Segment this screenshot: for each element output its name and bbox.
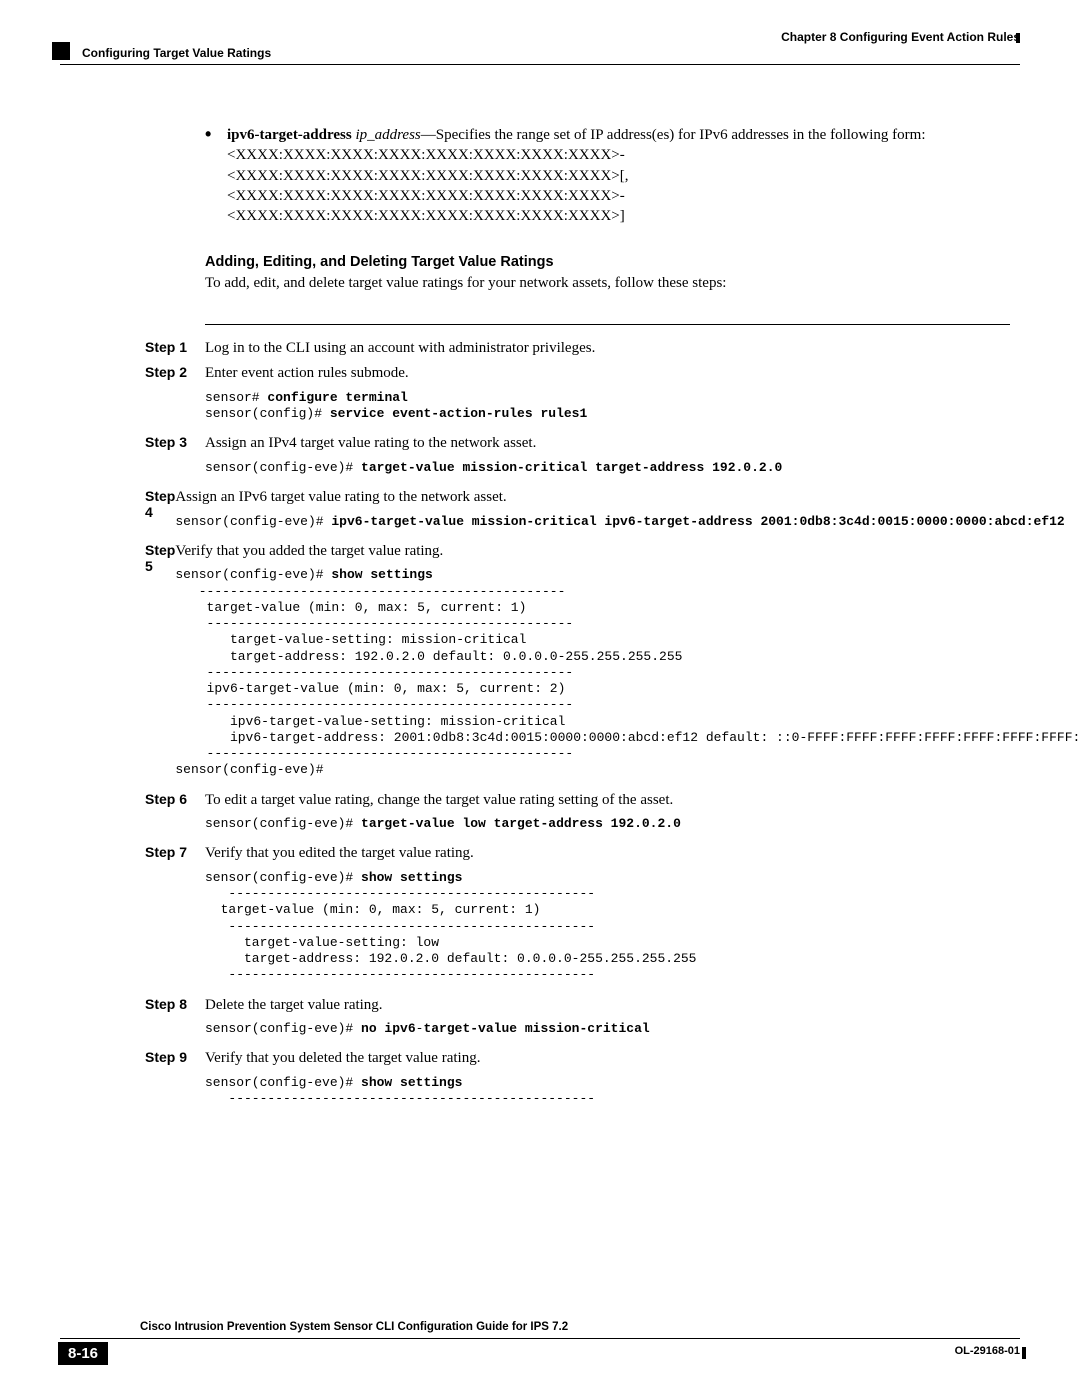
step-7: Step 7 Verify that you edited the target… [205, 844, 1010, 989]
step-label: Step 4 [145, 488, 175, 536]
step-6: Step 6 To edit a target value rating, ch… [205, 791, 1010, 839]
bullet-desc-tail: —Specifies the range set of IP address(e… [421, 127, 926, 143]
prompt: sensor(config)# [205, 406, 330, 421]
header-marker [52, 42, 70, 60]
step-body: Assign an IPv6 target value rating to th… [175, 488, 1064, 536]
step-1: Step 1 Log in to the CLI using an accoun… [205, 339, 1010, 359]
step-text: Delete the target value rating. [205, 997, 383, 1013]
step-3: Step 3 Assign an IPv4 target value ratin… [205, 434, 1010, 482]
prompt: sensor(config-eve)# [205, 460, 361, 475]
prompt: sensor(config-eve)# [205, 1075, 361, 1090]
cmd-pre: no ipv6 [361, 1021, 416, 1036]
section-label: Configuring Target Value Ratings [82, 46, 271, 60]
prompt: sensor(config-eve)# [175, 514, 331, 529]
output: ----------------------------------------… [205, 1091, 595, 1106]
step-body: Assign an IPv4 target value rating to th… [205, 434, 1010, 482]
step-text: Assign an IPv4 target value rating to th… [205, 435, 536, 451]
code-block: sensor(config-eve)# target-value low tar… [205, 816, 1010, 832]
step-text: Verify that you added the target value r… [175, 543, 443, 559]
bullet-arg: ip_address [355, 127, 420, 143]
step-label: Step 9 [145, 1049, 205, 1113]
step-text: Verify that you edited the target value … [205, 845, 474, 861]
bullet-forms: <XXXX:XXXX:XXXX:XXXX:XXXX:XXXX:XXXX:XXXX… [227, 147, 628, 224]
step-4: Step 4 Assign an IPv6 target value ratin… [205, 488, 1010, 536]
step-body: Enter event action rules submode. sensor… [205, 364, 1010, 428]
step-body: Verify that you deleted the target value… [205, 1049, 1010, 1113]
output: ----------------------------------------… [175, 584, 1080, 778]
bullet-text: ipv6-target-address ip_address—Specifies… [227, 125, 1010, 226]
step-text: To edit a target value rating, change th… [205, 792, 673, 808]
step-label: Step 8 [145, 996, 205, 1044]
cmd: target-value mission-critical target-add… [361, 460, 782, 475]
cmd-rest: target-value mission-critical [423, 1021, 649, 1036]
header-rule-bar [1016, 33, 1020, 43]
step-label: Step 7 [145, 844, 205, 989]
code-block: sensor(config-eve)# show settings ------… [205, 870, 1010, 984]
page-number: 8-16 [58, 1342, 108, 1365]
cmd: ipv6-target-value mission-critical ipv6-… [331, 514, 1064, 529]
step-text: Verify that you deleted the target value… [205, 1050, 480, 1066]
divider [205, 324, 1010, 325]
cmd: show settings [331, 567, 432, 582]
step-9: Step 9 Verify that you deleted the targe… [205, 1049, 1010, 1113]
bullet-dot: • [205, 125, 227, 226]
code-block: sensor(config-eve)# no ipv6-target-value… [205, 1021, 1010, 1037]
footer-line: 8-16 OL-29168-01 [60, 1338, 1020, 1367]
step-label: Step 3 [145, 434, 205, 482]
footer-title: Cisco Intrusion Prevention System Sensor… [140, 1321, 568, 1333]
step-5: Step 5 Verify that you added the target … [205, 542, 1010, 785]
step-2: Step 2 Enter event action rules submode.… [205, 364, 1010, 428]
subhead: Adding, Editing, and Deleting Target Val… [205, 254, 1010, 270]
main-content: • ipv6-target-address ip_address—Specifi… [205, 125, 1010, 1113]
step-body: To edit a target value rating, change th… [205, 791, 1010, 839]
step-label: Step 5 [145, 542, 175, 785]
step-body: Delete the target value rating. sensor(c… [205, 996, 1010, 1044]
cmd: configure terminal [267, 390, 407, 405]
step-body: Verify that you added the target value r… [175, 542, 1080, 785]
prompt: sensor(config-eve)# [175, 567, 331, 582]
bullet-item: • ipv6-target-address ip_address—Specifi… [205, 125, 1010, 226]
code-block: sensor(config-eve)# show settings ------… [175, 567, 1080, 778]
steps-list: Step 1 Log in to the CLI using an accoun… [205, 339, 1010, 1114]
cmd: target-value low target-address 192.0.2.… [361, 816, 681, 831]
doc-ref: OL-29168-01 [955, 1345, 1020, 1357]
prompt: sensor(config-eve)# [205, 870, 361, 885]
code-block: sensor(config-eve)# target-value mission… [205, 460, 1010, 476]
chapter-label: Chapter 8 Configuring Event Action Rules [781, 30, 1020, 44]
cmd: service event-action-rules rules1 [330, 406, 587, 421]
page-header: Chapter 8 Configuring Event Action Rules… [60, 30, 1020, 65]
cmd: show settings [361, 1075, 462, 1090]
step-8: Step 8 Delete the target value rating. s… [205, 996, 1010, 1044]
page-footer: Cisco Intrusion Prevention System Sensor… [60, 1338, 1020, 1367]
step-label: Step 1 [145, 339, 205, 359]
code-block: sensor(config-eve)# show settings ------… [205, 1075, 1010, 1108]
prompt: sensor# [205, 390, 267, 405]
step-label: Step 2 [145, 364, 205, 428]
step-body: Verify that you edited the target value … [205, 844, 1010, 989]
bullet-cmd: ipv6-target-address [227, 127, 352, 143]
prompt: sensor(config-eve)# [205, 816, 361, 831]
step-body: Log in to the CLI using an account with … [205, 339, 1010, 359]
output: ----------------------------------------… [205, 886, 696, 982]
cmd: show settings [361, 870, 462, 885]
step-text: Enter event action rules submode. [205, 365, 409, 381]
step-label: Step 6 [145, 791, 205, 839]
intro-text: To add, edit, and delete target value ra… [205, 274, 1010, 294]
footer-bar [1022, 1347, 1026, 1359]
prompt: sensor(config-eve)# [205, 1021, 361, 1036]
step-text: Assign an IPv6 target value rating to th… [175, 489, 506, 505]
code-block: sensor# configure terminal sensor(config… [205, 390, 1010, 423]
code-block: sensor(config-eve)# ipv6-target-value mi… [175, 514, 1064, 530]
